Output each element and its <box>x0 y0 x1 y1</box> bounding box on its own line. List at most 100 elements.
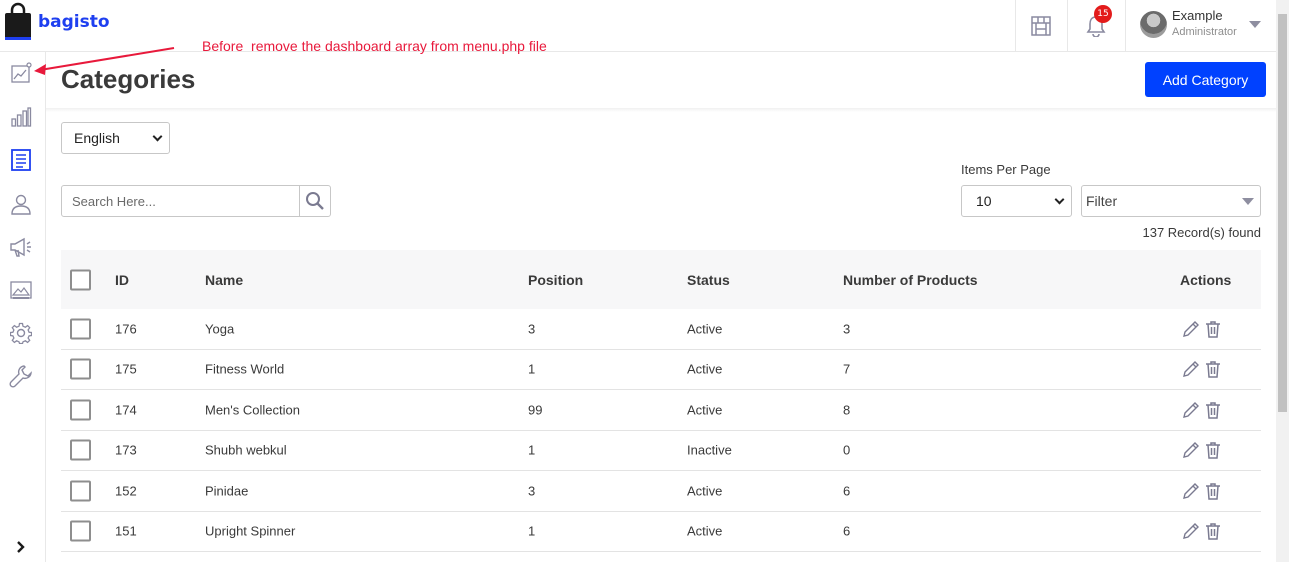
cell-status: Inactive <box>687 442 732 458</box>
customer-icon <box>11 194 31 215</box>
row-checkbox[interactable] <box>70 318 91 340</box>
dashboard-chart-icon <box>11 62 32 83</box>
row-checkbox[interactable] <box>70 439 91 461</box>
cell-name: Men's Collection <box>205 402 300 418</box>
edit-pencil-icon[interactable] <box>1181 481 1201 501</box>
megaphone-icon <box>10 237 31 257</box>
cell-position: 1 <box>528 442 536 458</box>
cell-id: 151 <box>115 523 137 539</box>
caret-down-icon[interactable] <box>1249 21 1261 28</box>
column-header-position[interactable]: Position <box>528 272 583 288</box>
column-header-products[interactable]: Number of Products <box>843 272 978 288</box>
edit-pencil-icon[interactable] <box>1181 521 1201 541</box>
edit-pencil-icon[interactable] <box>1181 319 1201 339</box>
cell-status: Active <box>687 523 723 539</box>
search-input[interactable] <box>62 186 299 216</box>
search-button[interactable] <box>299 186 330 216</box>
cell-status: Active <box>687 321 723 337</box>
user-menu[interactable]: Example Administrator <box>1140 8 1237 40</box>
items-per-page-value: 10 <box>976 193 992 209</box>
edit-pencil-icon[interactable] <box>1181 400 1201 420</box>
bar-chart-icon <box>11 107 32 127</box>
wrench-icon <box>9 365 32 388</box>
column-header-name[interactable]: Name <box>205 272 243 288</box>
sidebar-item-customers[interactable] <box>8 191 34 217</box>
column-header-actions: Actions <box>1180 271 1232 288</box>
row-checkbox[interactable] <box>70 399 91 421</box>
top-header: bagisto 15 Example Administrator <box>0 0 1276 52</box>
sidebar <box>0 52 46 562</box>
sidebar-item-catalog[interactable] <box>8 147 34 173</box>
delete-trash-icon[interactable] <box>1203 440 1223 460</box>
caret-down-icon <box>1242 197 1254 205</box>
cell-status: Active <box>687 483 723 499</box>
delete-trash-icon[interactable] <box>1203 481 1223 501</box>
chevron-right-icon <box>17 541 25 553</box>
delete-trash-icon[interactable] <box>1203 521 1223 541</box>
header-divider <box>1125 0 1126 52</box>
edit-pencil-icon[interactable] <box>1181 359 1201 379</box>
cell-name: Fitness World <box>205 361 285 377</box>
add-category-button[interactable]: Add Category <box>1145 62 1266 97</box>
items-per-page-label: Items Per Page <box>961 162 1051 177</box>
delete-trash-icon[interactable] <box>1203 319 1223 339</box>
cell-name: Pinidae <box>205 483 249 499</box>
row-checkbox[interactable] <box>70 480 91 502</box>
sidebar-item-settings[interactable] <box>8 320 34 346</box>
title-divider <box>46 108 1276 112</box>
locale-select[interactable]: English <box>61 122 170 154</box>
records-count: 137 Record(s) found <box>1142 225 1261 240</box>
cell-position: 99 <box>528 402 543 418</box>
cell-id: 175 <box>115 361 137 377</box>
brand-logo[interactable]: bagisto <box>3 1 110 41</box>
cell-id: 152 <box>115 483 137 499</box>
row-checkbox[interactable] <box>70 358 91 380</box>
edit-pencil-icon[interactable] <box>1181 440 1201 460</box>
table-row: 174 Men's Collection 99 Active 8 <box>61 390 1261 431</box>
visit-store-button[interactable] <box>1016 0 1066 52</box>
cell-products: 8 <box>843 402 851 418</box>
cell-position: 1 <box>528 523 536 539</box>
search-box <box>61 185 331 217</box>
delete-trash-icon[interactable] <box>1203 400 1223 420</box>
chevron-down-icon <box>152 131 163 141</box>
categories-table: ID Name Position Status Number of Produc… <box>61 250 1261 552</box>
cell-name: Shubh webkul <box>205 442 287 458</box>
page-title: Categories <box>61 64 196 94</box>
locale-value: English <box>74 130 120 146</box>
search-icon <box>306 192 324 210</box>
sidebar-item-tools[interactable] <box>8 363 34 389</box>
cell-position: 3 <box>528 321 536 337</box>
annotation-note: Before remove the dashboard array from m… <box>202 38 547 54</box>
cell-position: 3 <box>528 483 536 499</box>
column-header-status[interactable]: Status <box>687 272 730 288</box>
cell-name: Upright Spinner <box>205 523 296 539</box>
cell-id: 174 <box>115 402 137 418</box>
cell-status: Active <box>687 402 723 418</box>
cell-products: 0 <box>843 442 851 458</box>
select-all-checkbox[interactable] <box>70 269 91 290</box>
table-row: 175 Fitness World 1 Active 7 <box>61 350 1261 390</box>
sidebar-item-cms[interactable] <box>8 277 34 303</box>
items-per-page-select[interactable]: 10 <box>961 185 1072 217</box>
cms-icon <box>10 281 32 299</box>
sidebar-item-reports[interactable] <box>8 104 34 130</box>
filter-dropdown[interactable]: Filter <box>1081 185 1261 217</box>
column-header-id[interactable]: ID <box>115 272 129 288</box>
catalog-list-icon <box>11 149 31 171</box>
sidebar-toggle[interactable] <box>15 540 27 559</box>
cell-products: 6 <box>843 483 851 499</box>
cell-id: 176 <box>115 321 137 337</box>
sidebar-item-marketing[interactable] <box>8 234 34 260</box>
table-row: 151 Upright Spinner 1 Active 6 <box>61 512 1261 552</box>
scrollbar-thumb[interactable] <box>1278 14 1287 412</box>
filter-label: Filter <box>1086 193 1118 209</box>
brand-name: bagisto <box>38 12 110 32</box>
cell-products: 6 <box>843 523 851 539</box>
cell-products: 3 <box>843 321 851 337</box>
user-role: Administrator <box>1172 26 1237 38</box>
row-checkbox[interactable] <box>70 520 91 542</box>
cell-status: Active <box>687 361 723 377</box>
delete-trash-icon[interactable] <box>1203 359 1223 379</box>
shopping-bag-icon <box>5 2 31 40</box>
